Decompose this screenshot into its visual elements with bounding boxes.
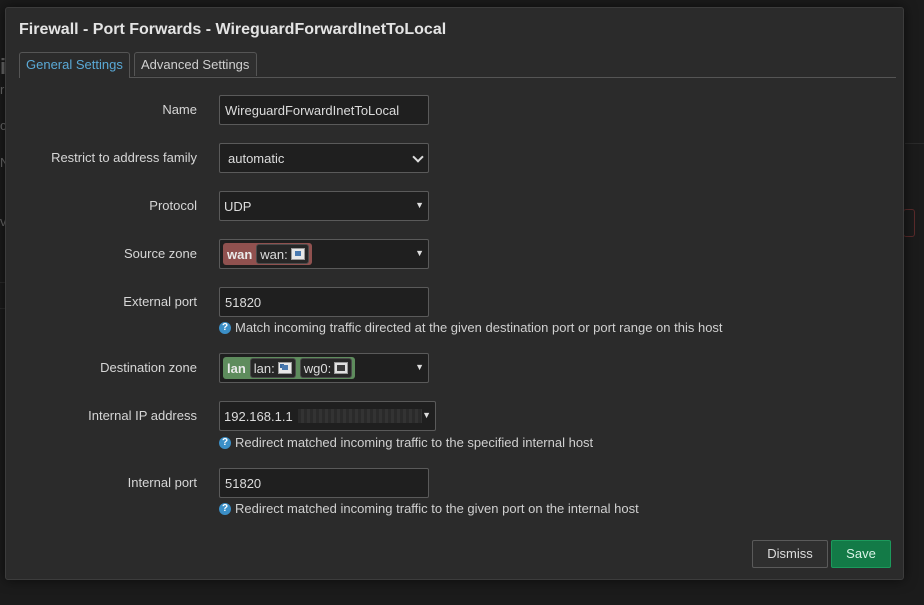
- dismiss-button[interactable]: Dismiss: [752, 540, 828, 568]
- background-divider: [905, 143, 924, 144]
- external-port-input[interactable]: [219, 287, 429, 317]
- port-forward-dialog: Firewall - Port Forwards - WireguardForw…: [5, 7, 904, 580]
- dropdown-arrow-icon: ▼: [415, 362, 424, 372]
- redacted-area: [298, 409, 422, 423]
- tab-bar: General Settings Advanced Settings: [19, 52, 896, 78]
- tunnel-icon: [334, 362, 349, 374]
- background-box: [903, 209, 915, 237]
- internal-ip-help: ? Redirect matched incoming traffic to t…: [219, 435, 593, 450]
- background-fragment: r: [0, 82, 5, 97]
- tab-general-settings[interactable]: General Settings: [19, 52, 130, 78]
- bridge-icon: [277, 362, 292, 374]
- external-port-help: ? Match incoming traffic directed at the…: [219, 320, 723, 335]
- save-button[interactable]: Save: [831, 540, 891, 568]
- destination-zone-select[interactable]: lan lan: wg0: ▼: [219, 353, 429, 383]
- dropdown-arrow-icon: ▼: [415, 200, 424, 210]
- name-label: Name: [162, 102, 197, 117]
- tab-advanced-settings[interactable]: Advanced Settings: [134, 52, 257, 76]
- source-zone-name: wan: [227, 246, 253, 262]
- help-text: Redirect matched incoming traffic to the…: [235, 501, 639, 516]
- interface-name: lan:: [253, 360, 275, 376]
- destination-zone-name: lan: [227, 360, 246, 376]
- help-icon: ?: [219, 321, 231, 334]
- interface-chip: wan:: [256, 244, 309, 264]
- source-zone-select[interactable]: wan wan: ▼: [219, 239, 429, 269]
- protocol-value: UDP: [224, 198, 252, 214]
- interface-name: wan:: [260, 246, 288, 262]
- internal-port-input[interactable]: [219, 468, 429, 498]
- help-icon: ?: [219, 436, 231, 449]
- interface-chip: wg0:: [299, 358, 353, 378]
- interface-chip: lan:: [249, 358, 296, 378]
- dropdown-arrow-icon: ▼: [422, 410, 431, 420]
- source-zone-label: Source zone: [124, 246, 197, 261]
- help-text: Redirect matched incoming traffic to the…: [235, 435, 594, 450]
- name-input[interactable]: [219, 95, 429, 125]
- protocol-select[interactable]: UDP ▼: [219, 191, 429, 221]
- address-family-select[interactable]: automatic: [219, 143, 429, 173]
- dropdown-arrow-icon: ▼: [415, 248, 424, 258]
- destination-zone-badge: lan lan: wg0:: [223, 357, 356, 379]
- internal-port-label: Internal port: [127, 475, 197, 490]
- help-text: Match incoming traffic directed at the g…: [235, 320, 723, 335]
- ethernet-port-icon: [290, 248, 305, 260]
- internal-ip-label: Internal IP address: [88, 408, 197, 423]
- internal-port-help: ? Redirect matched incoming traffic to t…: [219, 501, 639, 516]
- dialog-title: Firewall - Port Forwards - WireguardForw…: [19, 21, 447, 38]
- address-family-value: automatic: [228, 150, 285, 166]
- internal-ip-value: 192.168.1.1: [224, 408, 293, 424]
- external-port-label: External port: [123, 294, 197, 309]
- protocol-label: Protocol: [149, 198, 197, 213]
- destination-zone-label: Destination zone: [100, 360, 197, 375]
- chevron-down-icon: [412, 151, 424, 163]
- interface-name: wg0:: [303, 360, 332, 376]
- internal-ip-select[interactable]: 192.168.1.1 ▼: [219, 401, 436, 431]
- address-family-label: Restrict to address family: [51, 150, 197, 165]
- help-icon: ?: [219, 502, 231, 515]
- source-zone-badge: wan wan:: [223, 243, 312, 265]
